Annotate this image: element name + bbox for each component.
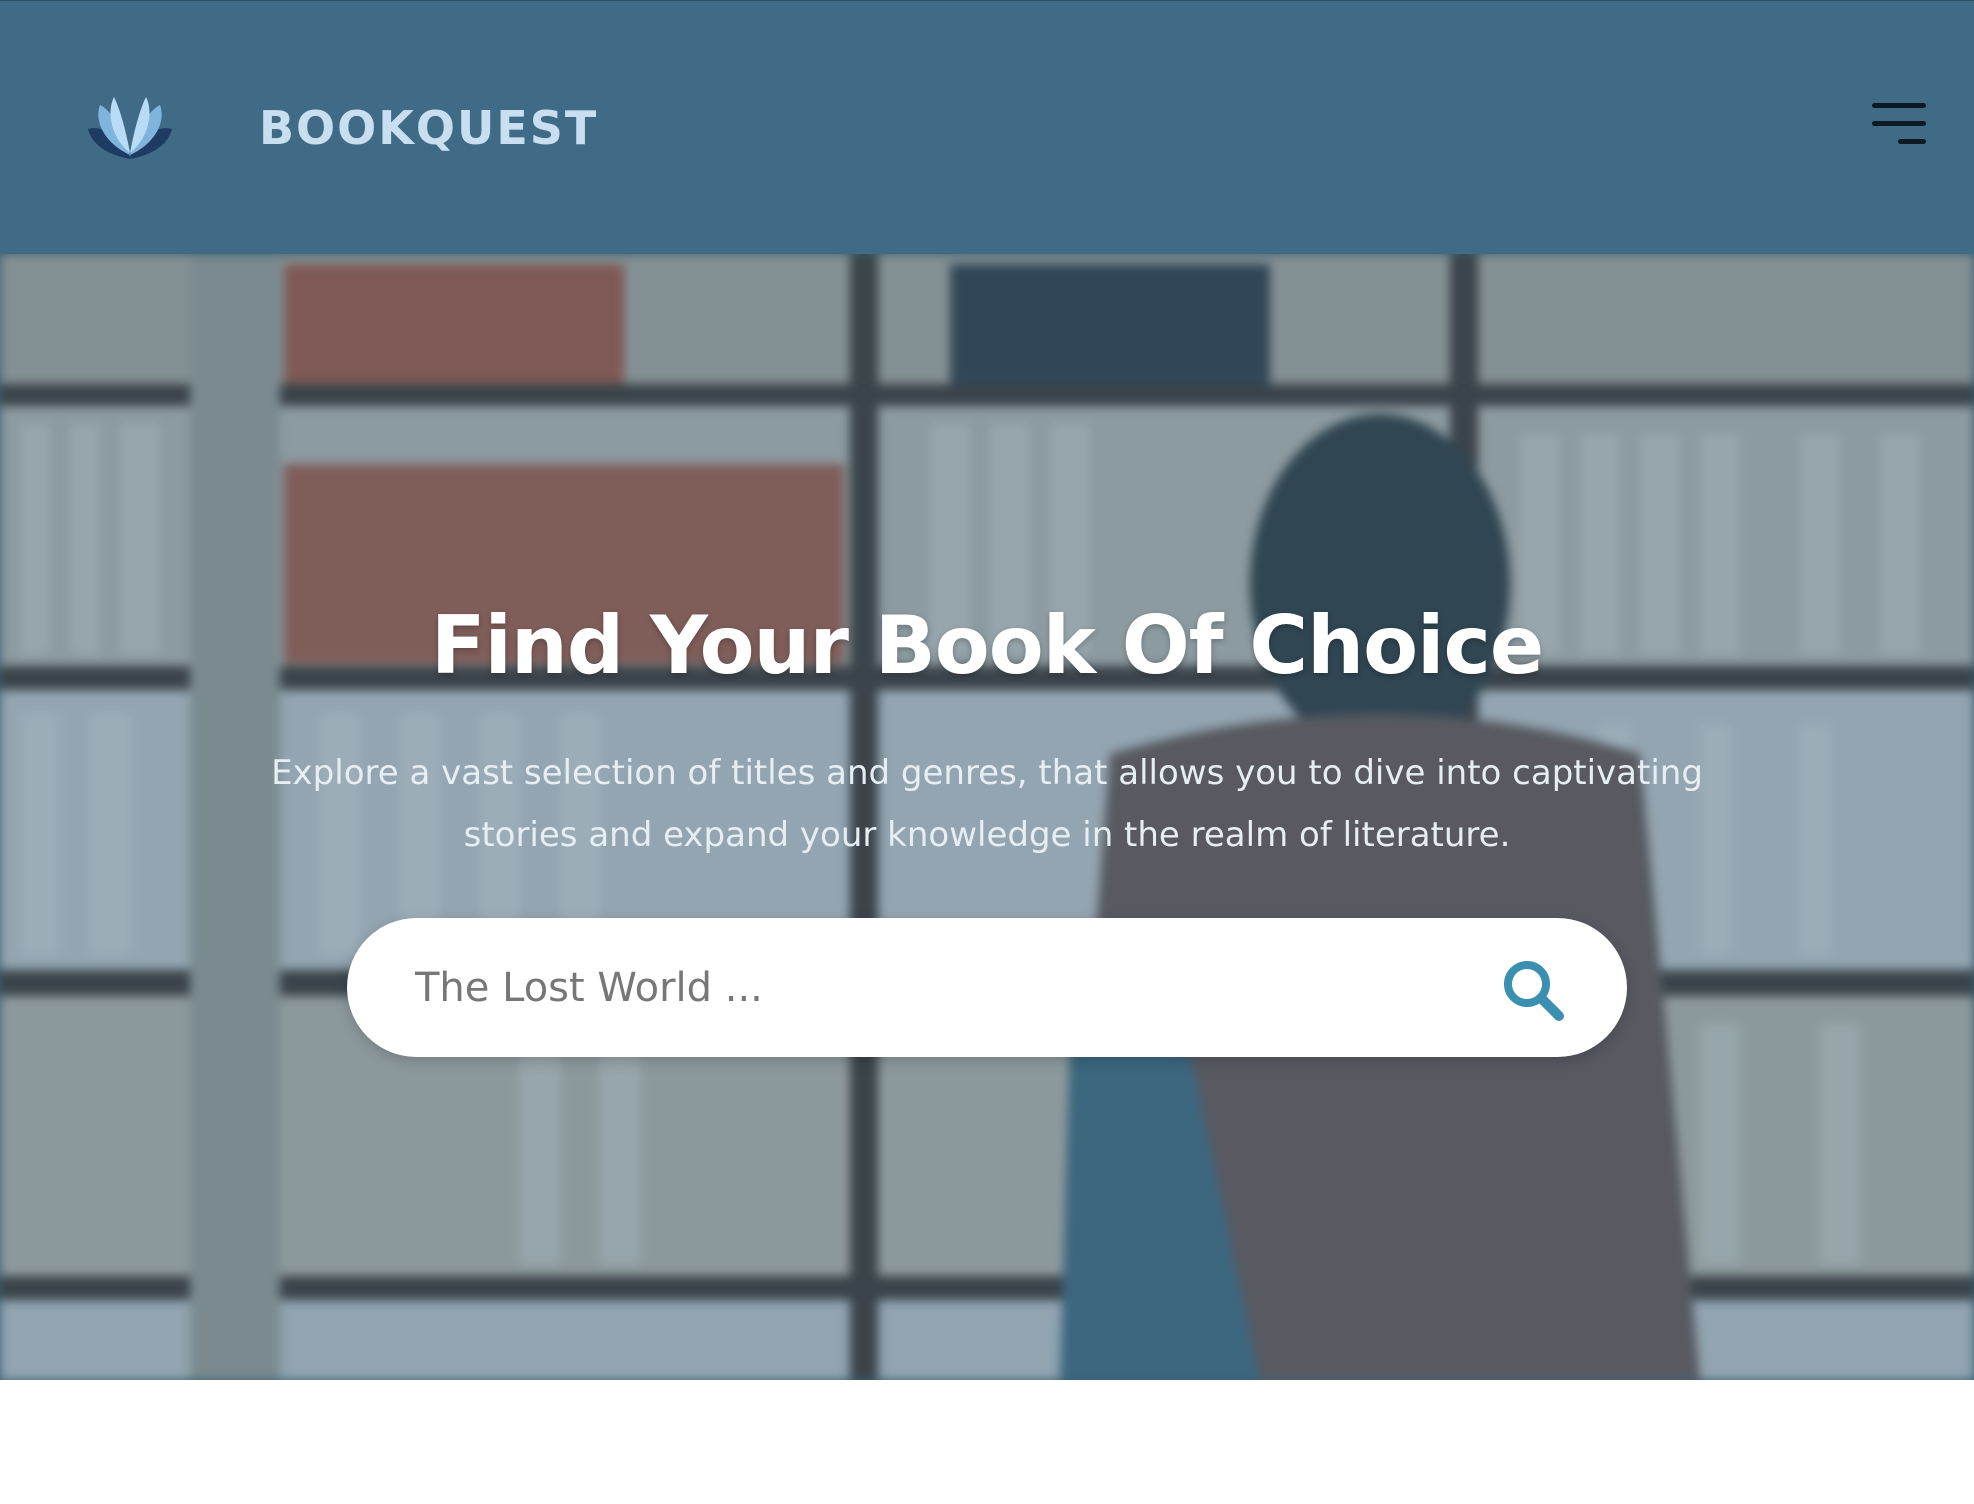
hero-title: Find Your Book Of Choice: [430, 599, 1544, 692]
page-content-area: [0, 1380, 1974, 1504]
hamburger-menu-icon[interactable]: [1868, 99, 1926, 149]
search-input[interactable]: [415, 918, 1415, 1057]
menu-line: [1872, 121, 1926, 126]
menu-line: [1872, 103, 1926, 108]
search-icon[interactable]: [1499, 956, 1567, 1024]
hero-section: Find Your Book Of Choice Explore a vast …: [0, 254, 1974, 1380]
menu-line: [1898, 139, 1926, 144]
hero-subtitle: Explore a vast selection of titles and g…: [271, 753, 1703, 855]
top-navbar: BOOKQUEST: [0, 0, 1974, 254]
brand-name[interactable]: BOOKQUEST: [259, 93, 598, 163]
open-book-icon[interactable]: [84, 95, 176, 163]
search-bar: [347, 918, 1627, 1057]
